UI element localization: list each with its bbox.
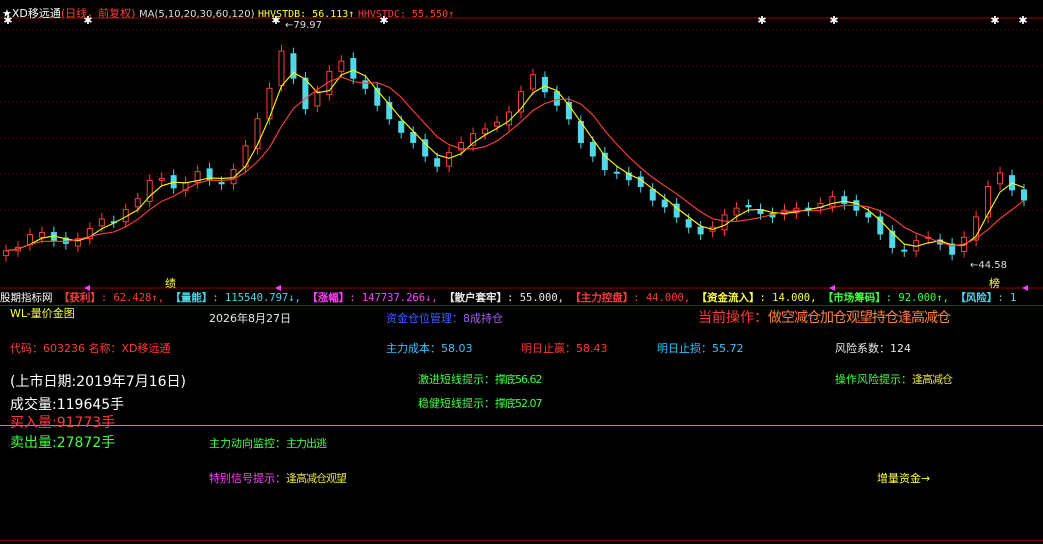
strip-item-risk[interactable]: 【风险】: 1 [955,292,1016,304]
candle-body [362,80,369,89]
signal-triangle-icon [84,285,90,291]
candle-body [38,232,45,238]
marker-right: 榜 [989,277,1000,290]
tomorrow-take-profit: 明日止赢：58.43 [521,342,608,355]
candle-body [410,131,417,143]
candle-body [733,207,740,216]
candle-body [98,218,105,227]
candle-body [661,199,668,208]
candle-body [901,249,908,252]
special-signal: 特别信号提示：逢高减仓观望 [209,472,347,485]
increase-funds-label: 增量资金→ [877,472,931,485]
candle-body [697,226,704,235]
ma-long-line [5,76,1025,252]
buy-volume-label: 买入量:91773手 [10,415,116,431]
candle-body [302,77,309,110]
indicator-strip: 股期指标网 【获利】: 62.428↑, 【量能】: 115540.797↓, … [0,292,1043,305]
candle-body [589,141,596,157]
signal-star-icon: ✱ [990,14,999,27]
date-label: 2026年8月27日 [209,312,291,325]
ma-label: MA(5,10,20,30,60,120) [138,9,255,20]
panel-bottom-line [0,540,1043,541]
volume-label: 成交量:119645手 [10,397,125,413]
hhv-tdc-label: HHVSTDC: 55.550↑ [357,9,455,20]
candle-body [841,196,848,204]
main-cost: 主力成本：58.03 [386,342,473,355]
candle-body [997,172,1004,185]
listing-date: (上市日期:2019年7月16日) [10,374,186,390]
candle-body [541,76,548,93]
source-label: 股期指标网 [0,292,53,304]
panel-divider [0,425,1043,426]
signal-star-icon: ✱ [829,14,838,27]
marker-left: 绩 [165,277,176,290]
tomorrow-stop-loss: 明日止损：55.72 [657,342,744,355]
high-price-label: ←79.97 [285,20,323,31]
ma-short-line [5,69,1025,252]
operation-risk-hint: 操作风险提示：逢高减仓 [835,373,953,386]
position-info: 资金仓位管理：8成持仓 [386,312,503,325]
code-info: 代码：603236 名称：XD移远通 [10,342,171,355]
candle-body [3,250,9,257]
signal-triangle-icon [275,285,281,291]
strip-item-volume[interactable]: 【量能】: 115540.797↓, [170,292,301,304]
strip-item-control[interactable]: 【主力控盘】: 44.000, [570,292,690,304]
candle-body [398,120,405,133]
strip-item-inflow[interactable]: 【资金流入】: 14.000, [697,292,817,304]
candle-body [314,91,321,107]
signal-star-icon: ✱ [1018,14,1027,27]
candle-body [685,219,692,228]
candle-body [158,177,165,181]
panel-top-line [0,305,1043,306]
current-operation: 当前操作：做空减仓加仓观望持仓逢高减仓 [698,310,951,326]
sell-volume-label: 卖出量:27872手 [10,435,116,451]
candle-body [721,214,728,231]
risk-factor: 风险系数：124 [835,342,911,355]
candlestick-chart[interactable]: ✱ ✱ ✱ ✱ ✱ ✱ ✱ ✱ [0,0,1043,292]
candle-body [889,230,896,248]
main-flow-monitor: 主力动向监控：主力出逃 [209,437,327,450]
candle-body [613,171,620,174]
candle-body [434,158,441,167]
candle-body [278,50,285,87]
candle-body [865,212,872,218]
strip-item-retail[interactable]: 【散户套牢】: 55.000, [444,292,564,304]
candle-body [494,121,501,127]
aggressive-hint: 激进短线提示：撑底56.62 [418,373,542,386]
stock-title[interactable]: ★XD移远通 [2,7,61,20]
signal-triangle-icon [829,285,835,291]
candle-body [446,152,453,167]
signal-triangle-icon [1022,285,1028,291]
candle-body [1021,189,1027,201]
period-label[interactable]: (日线，前复权) [61,7,136,20]
candle-body [134,198,141,208]
signal-star-icon: ✱ [757,14,766,27]
candle-body [350,57,357,79]
chart-header: ★XD移远通(日线，前复权) MA(5,10,20,30,60,120) HHV… [2,7,454,21]
candle-body [218,181,225,185]
strip-item-rise[interactable]: 【涨幅】: 147737.266↓, [307,292,438,304]
candle-body [649,188,656,201]
low-price-label: ←44.58 [970,260,1008,271]
strip-item-chips[interactable]: 【市场筹码】: 92.000↑, [823,292,949,304]
candle-body [829,196,836,207]
candle-body [529,74,536,90]
candle-body [985,185,992,218]
strip-item-profit[interactable]: 【获利】: 62.428↑, [59,292,164,304]
candle-body [482,128,489,135]
candle-body [553,91,560,106]
hhv-tdb-label: HHVSTDB: 56.113↑ [257,9,355,20]
panel-title: WL-量价金图 [10,307,75,320]
steady-hint: 稳健短线提示：撑底52.07 [418,397,542,410]
candle-body [745,204,752,208]
candle-body [338,60,345,72]
